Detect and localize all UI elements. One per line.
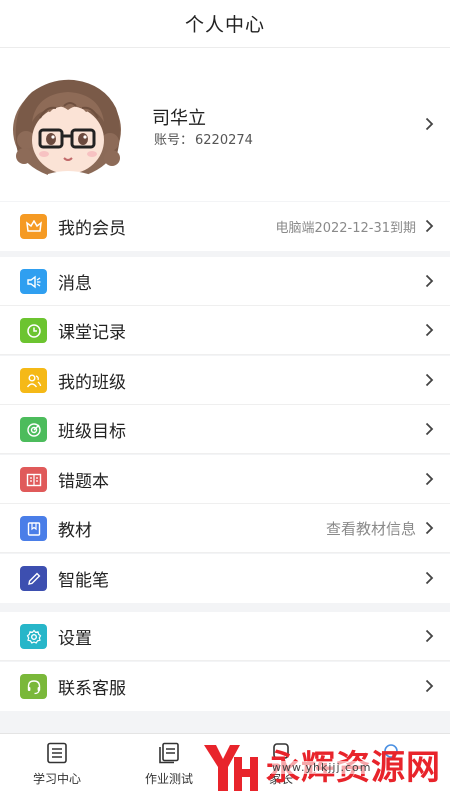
chevron-right-icon (425, 422, 434, 436)
menu-item-label: 我的班级 (58, 372, 126, 393)
page-title: 个人中心 (184, 14, 265, 36)
chevron-right-icon (425, 521, 434, 535)
menu-item-class-records[interactable]: 课堂记录 (0, 306, 450, 355)
chevron-right-icon (425, 219, 434, 233)
tab-label: 学习中心 (32, 772, 81, 786)
watermark-url: www.yhkjjj.com (272, 761, 372, 774)
target-icon (20, 417, 47, 442)
chevron-right-icon (425, 472, 434, 486)
list-icon (43, 740, 71, 766)
chevron-right-icon (425, 571, 434, 585)
menu-item-textbook[interactable]: 教材 查看教材信息 (0, 504, 450, 553)
pen-icon (20, 566, 47, 591)
menu-item-label: 设置 (58, 628, 92, 649)
menu-item-class-goal[interactable]: 班级目标 (0, 405, 450, 454)
tab-label: 作业测试 (144, 772, 193, 786)
avatar[interactable] (12, 78, 124, 178)
menu-item-mistake-book[interactable]: 错题本 (0, 455, 450, 504)
menu-item-settings[interactable]: 设置 (0, 612, 450, 661)
book-icon (20, 467, 47, 492)
gear-icon (20, 624, 47, 649)
menu-item-membership[interactable]: 我的会员 电脑端2022-12-31到期 (0, 202, 450, 251)
menu-item-label: 联系客服 (58, 679, 126, 699)
menu-item-label: 智能笔 (58, 571, 109, 591)
page-header: 个人中心 (0, 0, 450, 48)
textbook-info-link[interactable]: 查看教材信息 (326, 518, 416, 539)
profile-card[interactable]: 司华立 账号： 6220274 (0, 48, 450, 201)
headset-icon (20, 674, 47, 699)
menu-item-label: 我的会员 (58, 219, 126, 239)
menu-item-label: 班级目标 (58, 421, 126, 442)
menu-item-label: 错题本 (58, 471, 109, 492)
crown-icon (20, 214, 47, 239)
menu-item-my-class[interactable]: 我的班级 (0, 356, 450, 405)
users-icon (20, 368, 47, 393)
account-value: 6220274 (195, 133, 253, 148)
menu-item-smart-pen[interactable]: 智能笔 (0, 554, 450, 603)
profile-name: 司华立 (152, 108, 206, 129)
profile-account: 账号： 6220274 (152, 129, 253, 148)
membership-expiry: 电脑端2022-12-31到期 (275, 221, 416, 236)
document-icon (155, 740, 183, 766)
watermark-logo (204, 745, 258, 791)
menu-item-label: 消息 (58, 273, 92, 294)
menu-item-label: 教材 (58, 520, 92, 541)
menu-item-messages[interactable]: 消息 (0, 257, 450, 306)
chevron-right-icon (425, 679, 434, 693)
menu-item-customer-service[interactable]: 联系客服 (0, 662, 450, 711)
account-label: 账号： (154, 133, 194, 148)
chevron-right-icon (425, 274, 434, 288)
chevron-right-icon (425, 323, 434, 337)
clock-icon (20, 318, 47, 343)
chevron-right-icon (425, 373, 434, 387)
chevron-right-icon (425, 629, 434, 643)
menu-item-label: 课堂记录 (58, 322, 126, 343)
tab-study-center[interactable]: 学习中心 (12, 734, 102, 800)
speaker-icon (20, 269, 47, 294)
chevron-right-icon (425, 117, 434, 131)
textbook-icon (20, 516, 47, 541)
